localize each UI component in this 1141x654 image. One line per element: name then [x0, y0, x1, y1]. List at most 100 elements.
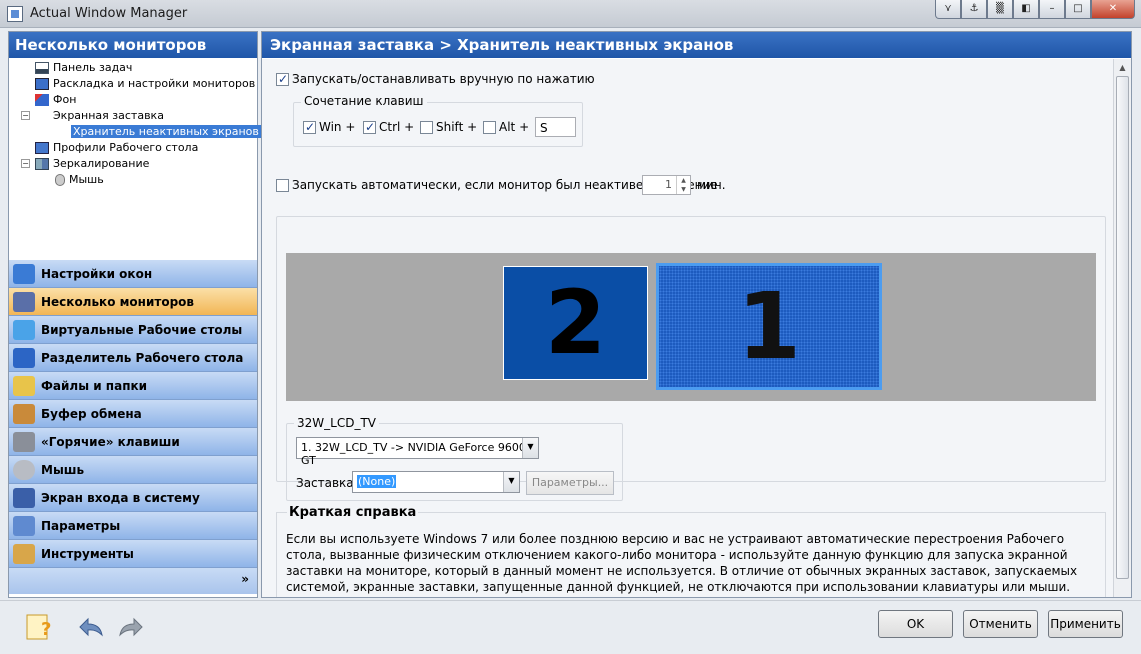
mouse-icon: [55, 174, 65, 186]
title-buttons: ⋎ ⚓ ▒ ◧ – □ ✕: [935, 0, 1135, 20]
tree-label: Панель задач: [53, 61, 133, 74]
minimize-button[interactable]: –: [1039, 0, 1065, 19]
taskbar-icon: [35, 62, 49, 74]
right-panel: Экранная заставка > Хранитель неактивных…: [261, 31, 1132, 598]
nav-label: Несколько мониторов: [41, 294, 195, 309]
collapse-icon[interactable]: −: [21, 159, 30, 168]
nav-virtual-desktops[interactable]: Виртуальные Рабочие столы: [9, 316, 257, 344]
app-icon[interactable]: [7, 6, 23, 22]
nav-files-folders[interactable]: Файлы и папки: [9, 372, 257, 400]
transparency-icon[interactable]: ▒: [987, 0, 1013, 19]
scroll-thumb[interactable]: [1116, 76, 1129, 579]
settings-content: Запускать/останавливать вручную по нажат…: [262, 59, 1114, 597]
alt-label: Alt +: [499, 120, 530, 134]
undo-icon[interactable]: [76, 613, 106, 641]
nav-options[interactable]: Параметры: [9, 512, 257, 540]
saver-select[interactable]: (None) ▼: [352, 471, 520, 493]
stepper-arrows-icon[interactable]: ▲ ▼: [676, 176, 690, 194]
inactive-minutes-value: 1: [665, 178, 672, 191]
lock-icon: [13, 487, 35, 508]
tree-item-inactive-saver[interactable]: Хранитель неактивных экранов: [71, 124, 261, 139]
nav-logon-screen[interactable]: Экран входа в систему: [9, 484, 257, 512]
help-box: Краткая справка Если вы используете Wind…: [276, 505, 1106, 597]
folder-icon: [13, 375, 35, 396]
roll-up-icon[interactable]: ⋎: [935, 0, 961, 19]
hotkey-ctrl[interactable]: Ctrl +: [363, 120, 414, 134]
nav-list: Настройки окон Несколько мониторов Вирту…: [9, 260, 257, 594]
nav-label: Файлы и папки: [41, 378, 148, 393]
hotkey-group-title: Сочетание клавиш: [301, 94, 427, 108]
shift-checkbox[interactable]: [420, 121, 433, 134]
nav-multi-monitors[interactable]: Несколько мониторов: [9, 288, 257, 316]
auto-start-checkbox[interactable]: [276, 179, 289, 192]
tree-item-screensaver[interactable]: Экранная заставка: [53, 108, 164, 123]
nav-clipboard[interactable]: Буфер обмена: [9, 400, 257, 428]
minutes-unit: мин.: [697, 178, 726, 192]
hotkey-shift[interactable]: Shift +: [420, 120, 477, 134]
tree-item-mirroring[interactable]: Зеркалирование: [35, 156, 149, 171]
chevron-down-icon[interactable]: ▼: [503, 472, 519, 492]
saver-label: Заставка:: [296, 476, 358, 490]
title-bar: Actual Window Manager ⋎ ⚓ ▒ ◧ – □ ✕: [0, 0, 1141, 28]
manual-start-option[interactable]: Запускать/останавливать вручную по нажат…: [276, 72, 595, 86]
help-icon[interactable]: ?: [25, 613, 55, 641]
chevron-down-icon[interactable]: ▼: [522, 438, 538, 458]
scroll-up-icon[interactable]: ▲: [1114, 59, 1131, 76]
maximize-button[interactable]: □: [1065, 0, 1091, 19]
manual-start-checkbox[interactable]: [276, 72, 289, 86]
apply-button[interactable]: Применить: [1048, 610, 1123, 638]
inactive-minutes-stepper[interactable]: 1 ▲ ▼: [642, 175, 691, 195]
clipboard-icon: [13, 403, 35, 424]
help-text: Если вы используете Windows 7 или более …: [286, 532, 1078, 597]
mouse-icon: [13, 459, 35, 480]
monitor-2[interactable]: 2: [503, 266, 648, 380]
pin-icon[interactable]: ⚓: [961, 0, 987, 19]
settings-tree: Панель задач Раскладка и настройки монит…: [9, 58, 261, 284]
nav-label: Инструменты: [41, 546, 134, 561]
nav-label: «Горячие» клавиши: [41, 434, 180, 449]
ctrl-checkbox[interactable]: [363, 120, 376, 134]
nav-tools[interactable]: Инструменты: [9, 540, 257, 568]
nav-more-button[interactable]: »: [9, 568, 257, 594]
tree-item-taskbar[interactable]: Панель задач: [35, 60, 132, 75]
hotkey-alt[interactable]: Alt +: [483, 120, 529, 134]
options-icon: [13, 515, 35, 536]
nav-label: Настройки окон: [41, 266, 153, 281]
monitor-select[interactable]: 1. 32W_LCD_TV -> NVIDIA GeForce 9600 GT …: [296, 437, 539, 467]
background-icon: [35, 94, 49, 106]
tree-label: Раскладка и настройки мониторов: [53, 77, 256, 90]
monitor-settings-group: 32W_LCD_TV 1. 32W_LCD_TV -> NVIDIA GeFor…: [286, 416, 623, 501]
hotkey-win[interactable]: Win +: [303, 120, 355, 134]
hotkey-key-input[interactable]: S: [535, 117, 576, 137]
window-title: Actual Window Manager: [30, 6, 188, 21]
alt-checkbox[interactable]: [483, 121, 496, 134]
tree-item-profiles[interactable]: Профили Рабочего стола: [35, 140, 198, 155]
tree-item-mouse[interactable]: Мышь: [55, 172, 104, 187]
tree-label: Хранитель неактивных экранов: [71, 125, 261, 138]
nav-desktop-divider[interactable]: Разделитель Рабочего стола: [9, 344, 257, 372]
tree-item-layout[interactable]: Раскладка и настройки мониторов: [35, 76, 255, 91]
win-checkbox[interactable]: [303, 120, 316, 134]
tree-label: Профили Рабочего стола: [53, 141, 199, 154]
close-button[interactable]: ✕: [1091, 0, 1135, 19]
win-label: Win +: [319, 120, 356, 134]
nav-hotkeys[interactable]: «Горячие» клавиши: [9, 428, 257, 456]
nav-window-settings[interactable]: Настройки окон: [9, 260, 257, 288]
content-scrollbar[interactable]: ▲: [1113, 59, 1131, 597]
monitor-group-title: 32W_LCD_TV: [294, 416, 379, 430]
move-monitor-icon[interactable]: ◧: [1013, 0, 1039, 19]
collapse-icon[interactable]: −: [21, 111, 30, 120]
parameters-button[interactable]: Параметры...: [526, 471, 614, 495]
ok-button[interactable]: OK: [878, 610, 953, 638]
nav-label: Разделитель Рабочего стола: [41, 350, 244, 365]
right-panel-title: Экранная заставка > Хранитель неактивных…: [262, 32, 1131, 58]
window-settings-icon: [13, 263, 35, 284]
redo-icon[interactable]: [116, 613, 146, 641]
virtual-desktops-icon: [13, 319, 35, 340]
cancel-button[interactable]: Отменить: [963, 610, 1038, 638]
tree-label: Экранная заставка: [53, 109, 164, 122]
manual-start-label: Запускать/останавливать вручную по нажат…: [292, 72, 595, 86]
monitor-1[interactable]: 1: [656, 263, 882, 390]
nav-mouse[interactable]: Мышь: [9, 456, 257, 484]
tree-item-background[interactable]: Фон: [35, 92, 76, 107]
